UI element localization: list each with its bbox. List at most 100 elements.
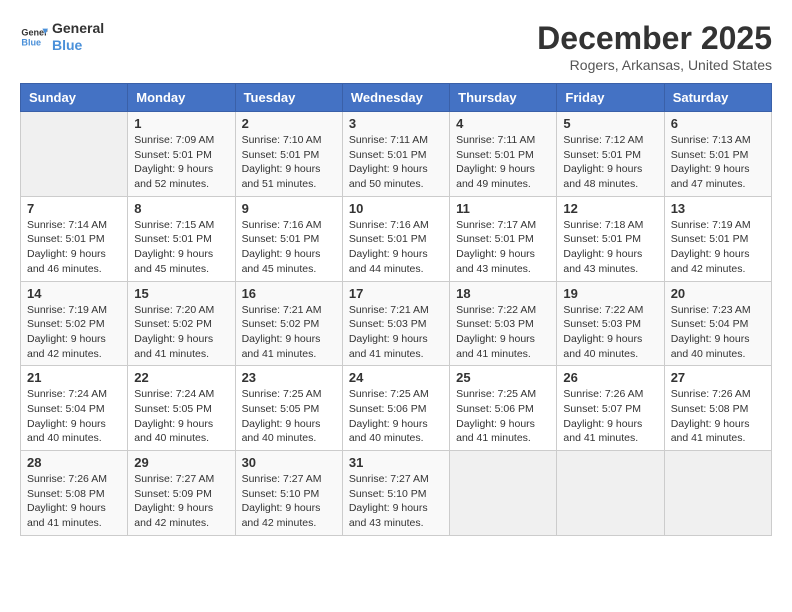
- day-number: 22: [134, 370, 228, 385]
- day-info: Sunrise: 7:24 AMSunset: 5:04 PMDaylight:…: [27, 387, 121, 446]
- day-number: 18: [456, 286, 550, 301]
- day-info: Sunrise: 7:25 AMSunset: 5:05 PMDaylight:…: [242, 387, 336, 446]
- calendar-day-cell: 5 Sunrise: 7:12 AMSunset: 5:01 PMDayligh…: [557, 112, 664, 197]
- calendar-week-row: 7 Sunrise: 7:14 AMSunset: 5:01 PMDayligh…: [21, 196, 772, 281]
- day-info: Sunrise: 7:27 AMSunset: 5:10 PMDaylight:…: [242, 472, 336, 531]
- calendar-day-cell: 15 Sunrise: 7:20 AMSunset: 5:02 PMDaylig…: [128, 281, 235, 366]
- day-info: Sunrise: 7:26 AMSunset: 5:08 PMDaylight:…: [27, 472, 121, 531]
- page-header: General Blue General Blue December 2025 …: [20, 20, 772, 73]
- day-info: Sunrise: 7:22 AMSunset: 5:03 PMDaylight:…: [563, 303, 657, 362]
- calendar-day-cell: [664, 451, 771, 536]
- day-number: 13: [671, 201, 765, 216]
- calendar-day-cell: 13 Sunrise: 7:19 AMSunset: 5:01 PMDaylig…: [664, 196, 771, 281]
- logo-text-general: General: [52, 20, 104, 37]
- calendar-day-cell: 23 Sunrise: 7:25 AMSunset: 5:05 PMDaylig…: [235, 366, 342, 451]
- day-info: Sunrise: 7:19 AMSunset: 5:02 PMDaylight:…: [27, 303, 121, 362]
- day-info: Sunrise: 7:18 AMSunset: 5:01 PMDaylight:…: [563, 218, 657, 277]
- day-number: 9: [242, 201, 336, 216]
- calendar-day-cell: 18 Sunrise: 7:22 AMSunset: 5:03 PMDaylig…: [450, 281, 557, 366]
- day-number: 28: [27, 455, 121, 470]
- calendar-day-cell: 22 Sunrise: 7:24 AMSunset: 5:05 PMDaylig…: [128, 366, 235, 451]
- calendar-day-cell: 26 Sunrise: 7:26 AMSunset: 5:07 PMDaylig…: [557, 366, 664, 451]
- day-info: Sunrise: 7:22 AMSunset: 5:03 PMDaylight:…: [456, 303, 550, 362]
- day-info: Sunrise: 7:16 AMSunset: 5:01 PMDaylight:…: [242, 218, 336, 277]
- day-number: 4: [456, 116, 550, 131]
- calendar-week-row: 1 Sunrise: 7:09 AMSunset: 5:01 PMDayligh…: [21, 112, 772, 197]
- day-number: 10: [349, 201, 443, 216]
- month-title: December 2025: [537, 20, 772, 57]
- day-number: 25: [456, 370, 550, 385]
- logo-text-blue: Blue: [52, 37, 104, 54]
- day-number: 26: [563, 370, 657, 385]
- day-info: Sunrise: 7:16 AMSunset: 5:01 PMDaylight:…: [349, 218, 443, 277]
- day-number: 6: [671, 116, 765, 131]
- day-info: Sunrise: 7:27 AMSunset: 5:09 PMDaylight:…: [134, 472, 228, 531]
- calendar-day-cell: 11 Sunrise: 7:17 AMSunset: 5:01 PMDaylig…: [450, 196, 557, 281]
- calendar-day-cell: 2 Sunrise: 7:10 AMSunset: 5:01 PMDayligh…: [235, 112, 342, 197]
- calendar-day-cell: 12 Sunrise: 7:18 AMSunset: 5:01 PMDaylig…: [557, 196, 664, 281]
- day-info: Sunrise: 7:26 AMSunset: 5:08 PMDaylight:…: [671, 387, 765, 446]
- calendar-day-cell: 27 Sunrise: 7:26 AMSunset: 5:08 PMDaylig…: [664, 366, 771, 451]
- calendar-day-cell: 20 Sunrise: 7:23 AMSunset: 5:04 PMDaylig…: [664, 281, 771, 366]
- day-number: 5: [563, 116, 657, 131]
- weekday-header: Wednesday: [342, 84, 449, 112]
- calendar-day-cell: 17 Sunrise: 7:21 AMSunset: 5:03 PMDaylig…: [342, 281, 449, 366]
- calendar-day-cell: [21, 112, 128, 197]
- day-info: Sunrise: 7:12 AMSunset: 5:01 PMDaylight:…: [563, 133, 657, 192]
- day-number: 12: [563, 201, 657, 216]
- calendar-header-row: SundayMondayTuesdayWednesdayThursdayFrid…: [21, 84, 772, 112]
- day-info: Sunrise: 7:27 AMSunset: 5:10 PMDaylight:…: [349, 472, 443, 531]
- day-number: 24: [349, 370, 443, 385]
- day-number: 3: [349, 116, 443, 131]
- day-number: 2: [242, 116, 336, 131]
- calendar-day-cell: 30 Sunrise: 7:27 AMSunset: 5:10 PMDaylig…: [235, 451, 342, 536]
- day-number: 1: [134, 116, 228, 131]
- location-text: Rogers, Arkansas, United States: [537, 57, 772, 73]
- calendar-day-cell: 10 Sunrise: 7:16 AMSunset: 5:01 PMDaylig…: [342, 196, 449, 281]
- weekday-header: Friday: [557, 84, 664, 112]
- weekday-header: Tuesday: [235, 84, 342, 112]
- calendar-week-row: 28 Sunrise: 7:26 AMSunset: 5:08 PMDaylig…: [21, 451, 772, 536]
- day-number: 11: [456, 201, 550, 216]
- day-info: Sunrise: 7:21 AMSunset: 5:02 PMDaylight:…: [242, 303, 336, 362]
- calendar-day-cell: 6 Sunrise: 7:13 AMSunset: 5:01 PMDayligh…: [664, 112, 771, 197]
- day-number: 19: [563, 286, 657, 301]
- day-info: Sunrise: 7:11 AMSunset: 5:01 PMDaylight:…: [456, 133, 550, 192]
- calendar-day-cell: 1 Sunrise: 7:09 AMSunset: 5:01 PMDayligh…: [128, 112, 235, 197]
- day-info: Sunrise: 7:19 AMSunset: 5:01 PMDaylight:…: [671, 218, 765, 277]
- day-number: 31: [349, 455, 443, 470]
- day-number: 27: [671, 370, 765, 385]
- day-info: Sunrise: 7:13 AMSunset: 5:01 PMDaylight:…: [671, 133, 765, 192]
- day-info: Sunrise: 7:25 AMSunset: 5:06 PMDaylight:…: [349, 387, 443, 446]
- day-number: 14: [27, 286, 121, 301]
- day-info: Sunrise: 7:26 AMSunset: 5:07 PMDaylight:…: [563, 387, 657, 446]
- calendar-day-cell: 3 Sunrise: 7:11 AMSunset: 5:01 PMDayligh…: [342, 112, 449, 197]
- day-info: Sunrise: 7:14 AMSunset: 5:01 PMDaylight:…: [27, 218, 121, 277]
- weekday-header: Thursday: [450, 84, 557, 112]
- calendar-day-cell: 8 Sunrise: 7:15 AMSunset: 5:01 PMDayligh…: [128, 196, 235, 281]
- day-number: 16: [242, 286, 336, 301]
- calendar-day-cell: [557, 451, 664, 536]
- calendar-day-cell: 16 Sunrise: 7:21 AMSunset: 5:02 PMDaylig…: [235, 281, 342, 366]
- day-number: 21: [27, 370, 121, 385]
- title-area: December 2025 Rogers, Arkansas, United S…: [537, 20, 772, 73]
- calendar-day-cell: 19 Sunrise: 7:22 AMSunset: 5:03 PMDaylig…: [557, 281, 664, 366]
- day-number: 23: [242, 370, 336, 385]
- day-info: Sunrise: 7:15 AMSunset: 5:01 PMDaylight:…: [134, 218, 228, 277]
- day-info: Sunrise: 7:23 AMSunset: 5:04 PMDaylight:…: [671, 303, 765, 362]
- calendar-day-cell: 14 Sunrise: 7:19 AMSunset: 5:02 PMDaylig…: [21, 281, 128, 366]
- calendar-week-row: 21 Sunrise: 7:24 AMSunset: 5:04 PMDaylig…: [21, 366, 772, 451]
- day-number: 15: [134, 286, 228, 301]
- calendar-day-cell: 4 Sunrise: 7:11 AMSunset: 5:01 PMDayligh…: [450, 112, 557, 197]
- svg-text:Blue: Blue: [21, 37, 41, 47]
- calendar-day-cell: 7 Sunrise: 7:14 AMSunset: 5:01 PMDayligh…: [21, 196, 128, 281]
- calendar-day-cell: 25 Sunrise: 7:25 AMSunset: 5:06 PMDaylig…: [450, 366, 557, 451]
- day-info: Sunrise: 7:20 AMSunset: 5:02 PMDaylight:…: [134, 303, 228, 362]
- calendar-week-row: 14 Sunrise: 7:19 AMSunset: 5:02 PMDaylig…: [21, 281, 772, 366]
- weekday-header: Sunday: [21, 84, 128, 112]
- day-info: Sunrise: 7:11 AMSunset: 5:01 PMDaylight:…: [349, 133, 443, 192]
- day-number: 17: [349, 286, 443, 301]
- calendar-day-cell: 9 Sunrise: 7:16 AMSunset: 5:01 PMDayligh…: [235, 196, 342, 281]
- day-number: 30: [242, 455, 336, 470]
- calendar-day-cell: 31 Sunrise: 7:27 AMSunset: 5:10 PMDaylig…: [342, 451, 449, 536]
